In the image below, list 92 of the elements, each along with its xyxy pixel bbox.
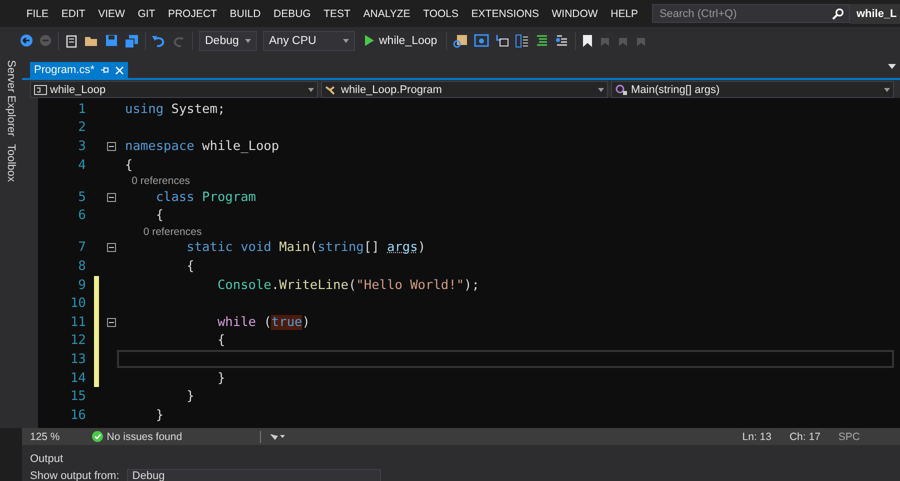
code-line: namespace while_Loop: [125, 138, 280, 154]
configuration-dropdown[interactable]: Debug: [199, 30, 257, 50]
menu-item[interactable]: GIT: [131, 8, 162, 20]
project-dropdown[interactable]: while_Loop: [30, 81, 318, 98]
check-circle-icon: [92, 431, 103, 442]
line-number: 2: [78, 120, 86, 136]
close-icon[interactable]: [114, 66, 124, 74]
caret-icon: [884, 88, 890, 92]
menu-item[interactable]: FILE: [20, 8, 55, 20]
find-in-files-icon[interactable]: [453, 34, 468, 48]
search-field[interactable]: Search (Ctrl+Q): [652, 4, 850, 23]
line-number: 9: [78, 278, 86, 293]
menu-item[interactable]: TOOLS: [416, 8, 465, 20]
new-item-icon[interactable]: [65, 34, 78, 48]
collapse-icon[interactable]: [107, 192, 116, 202]
open-folder-icon[interactable]: [84, 34, 99, 47]
code-line: class Program: [154, 190, 256, 205]
line-number: 8: [78, 258, 86, 274]
menu-item[interactable]: PROJECT: [162, 8, 224, 20]
code-line: Console.WriteLine("Hello World!");: [216, 278, 480, 293]
browser-icon[interactable]: [474, 34, 490, 47]
line-number: 15: [70, 389, 86, 404]
caret-icon: [343, 38, 349, 42]
code-line: }: [154, 408, 164, 423]
side-tab[interactable]: Server Explorer: [5, 60, 17, 136]
issues-indicator[interactable]: No issues found: [92, 430, 182, 442]
code-line: }: [216, 370, 226, 386]
line-number: 1: [78, 102, 86, 117]
caret-icon: [245, 38, 251, 42]
back-icon[interactable]: [20, 34, 33, 47]
overflow-caret-icon[interactable]: [888, 64, 896, 69]
line-number: 16: [70, 408, 86, 423]
codelens-references[interactable]: 0 references: [120, 226, 202, 238]
method-icon: [615, 84, 628, 95]
line-number: 5: [78, 190, 86, 205]
menu-item[interactable]: DEBUG: [267, 8, 318, 20]
caret-icon: [598, 88, 604, 92]
collapse-icon[interactable]: [107, 142, 116, 151]
menu-item[interactable]: BUILD: [223, 8, 268, 20]
panel-title: Output: [30, 453, 64, 465]
code-line: while (true): [216, 314, 310, 330]
pin-icon[interactable]: [100, 66, 109, 74]
whitespace-mode: SPC: [838, 430, 860, 442]
menu-item[interactable]: HELP: [604, 8, 644, 20]
menu-item[interactable]: ANALYZE: [356, 8, 417, 20]
line-number: 3: [78, 138, 86, 154]
play-icon: [364, 35, 374, 46]
uncomment-lines-icon[interactable]: [555, 34, 570, 47]
menu-item[interactable]: TEST: [317, 8, 357, 20]
codelens-references[interactable]: 0 references: [120, 175, 190, 188]
cursor-line: Ln: 13: [742, 430, 772, 442]
menu-item[interactable]: VIEW: [92, 8, 132, 20]
type-dropdown[interactable]: while_Loop.Program: [321, 81, 608, 98]
code-line: {: [186, 258, 194, 274]
member-dropdown[interactable]: Main(string[] args): [611, 81, 894, 98]
side-tab[interactable]: Toolbox: [5, 144, 17, 182]
line-number: 4: [78, 158, 86, 173]
line-number: 7: [78, 240, 86, 256]
columns-icon[interactable]: [515, 34, 530, 48]
search-icon: [832, 8, 844, 20]
run-button[interactable]: while_Loop: [361, 34, 440, 46]
collapse-icon[interactable]: [107, 243, 116, 252]
output-source-dropdown[interactable]: Debug: [127, 469, 382, 481]
csharp-project-icon: [34, 84, 47, 94]
line-number: 11: [70, 314, 86, 330]
menu-item[interactable]: WINDOW: [545, 8, 604, 20]
solution-title: while_L: [850, 4, 900, 24]
code-line: {: [154, 208, 164, 224]
document-tab[interactable]: Program.cs*: [30, 62, 128, 78]
menu-item[interactable]: EDIT: [54, 8, 92, 20]
collapse-icon[interactable]: [107, 318, 116, 327]
line-number: 13: [70, 352, 86, 367]
line-number: 12: [70, 333, 86, 348]
code-line: }: [186, 389, 194, 404]
cursor-column: Ch: 17: [789, 430, 820, 442]
zoom-level[interactable]: 125 %: [30, 430, 60, 442]
caret-icon: [308, 88, 314, 92]
code-line: {: [216, 333, 226, 348]
line-number: 10: [70, 296, 86, 312]
menu-item[interactable]: EXTENSIONS: [464, 8, 546, 20]
line-number: 14: [70, 370, 86, 386]
save-icon[interactable]: [105, 34, 118, 47]
code-line: {: [125, 158, 133, 173]
source-label: Show output from:: [30, 470, 120, 481]
save-all-icon[interactable]: [124, 34, 139, 48]
code-line: using System;: [125, 102, 226, 117]
comment-lines-icon[interactable]: [535, 34, 550, 47]
line-number: 6: [78, 208, 86, 224]
code-line: static void Main(string[] args): [186, 240, 426, 256]
bookmark-icon[interactable]: [582, 34, 594, 48]
undo-icon[interactable]: [152, 34, 166, 47]
platform-dropdown[interactable]: Any CPU: [263, 30, 355, 50]
